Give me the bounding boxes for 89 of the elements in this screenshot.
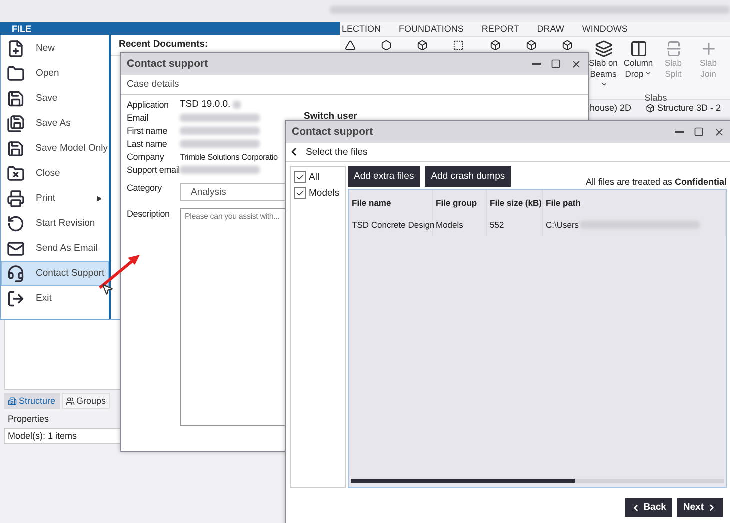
close-icon[interactable] [714,126,725,138]
field-label: Category [127,183,163,193]
maximize-icon[interactable] [694,127,704,137]
ribbon-tab[interactable]: FOUNDATIONS [399,24,482,34]
filter-checkbox[interactable]: All [294,171,342,183]
field-label: Company [127,152,166,162]
caret-icon [644,70,652,77]
menu-item[interactable]: Close [1,161,109,186]
menu-item[interactable]: Start Revision [1,211,109,236]
field-label: Description [127,209,171,219]
column-header: File path [543,190,726,214]
menu-item[interactable]: Save As [1,111,109,136]
field-value: Trimble Solutions Corporatio [180,152,278,162]
table-cell: C:\Users [543,214,726,236]
envelope-icon [7,240,25,258]
building-icon [8,396,17,406]
menu-item[interactable]: Contact Support [1,261,109,286]
view-tab[interactable]: house) 2D [590,103,632,113]
field-label: First name [127,126,169,136]
ribbon-tab[interactable]: WINDOWS [582,24,646,34]
back-button[interactable]: Back [624,498,672,517]
ribbon-tool-icon[interactable] [381,40,392,51]
field-label: Email [127,113,150,123]
maximize-icon[interactable] [551,59,561,69]
stacked-slab-icon [594,40,612,58]
next-button[interactable]: Next [677,498,723,517]
cube-icon [646,104,655,112]
printer-icon [7,190,25,208]
new-file-icon [7,40,25,58]
column-header: File group [433,190,487,214]
checkbox[interactable] [294,171,306,183]
field-label: Application [127,100,170,110]
checkbox[interactable] [294,187,306,199]
ribbon-tool-icon[interactable] [562,40,573,51]
ribbon-tool-icon[interactable] [417,40,428,51]
menu-item[interactable]: Save Model Only [1,136,109,161]
table-cell: TSD Concrete Design [349,214,433,236]
caret-icon [600,81,608,88]
cursor-icon [101,283,114,296]
section-title: Case details [121,75,588,95]
column-icon [630,40,648,58]
panel-tab[interactable]: Groups [62,393,110,409]
action-button[interactable]: Add crash dumps [425,166,512,187]
step-title: Select the files [306,146,368,158]
ribbon-tool-icon[interactable] [453,40,464,51]
ribbon-tab[interactable]: REPORT [482,24,538,34]
menu-item[interactable]: Exit [1,286,109,311]
ribbon-tab[interactable]: LECTION [342,24,400,34]
column-header: File name [349,190,433,214]
folder-x-icon [7,164,25,182]
menu-item[interactable]: Open [1,61,109,86]
panel-title: Properties [7,413,50,426]
submenu-arrow-icon [96,196,102,202]
close-icon[interactable] [571,58,582,70]
ribbon-button[interactable]: Column Drop [622,37,655,91]
field-value: TSD 19.0.0. [180,99,231,110]
ribbon-tool-icon[interactable] [526,40,537,51]
view-tab[interactable]: Structure 3D - 2 [646,103,722,113]
table-cell: Models [433,214,487,236]
switch-user-link[interactable]: Switch user [304,111,358,122]
field-label: Last name [127,139,168,149]
window-title: Contact support [127,58,208,70]
ribbon-tool-icon[interactable] [490,40,501,51]
chevron-right-icon [707,502,717,512]
scrollbar[interactable] [351,479,724,483]
menu-item[interactable]: Print [1,186,109,211]
ribbon-tool-icon[interactable] [345,40,356,51]
menu-item[interactable]: Send As Email [1,236,109,261]
confidential-notice: All files are treated as Confidential [586,177,727,187]
headset-icon [7,264,25,282]
ribbon-button[interactable]: Slab on Beams [587,37,620,91]
ribbon-tab[interactable]: DRAW [537,24,582,34]
table-cell: 552 [487,214,543,236]
window-title: Contact support [292,126,374,138]
redacted-value [232,100,241,108]
file-menu-header: FILE [0,22,340,35]
folder-icon [7,64,25,82]
menu-item[interactable]: Save [1,86,109,111]
group-label: Slabs [644,93,668,103]
panel-tab[interactable]: Structure [4,393,60,409]
menu-item[interactable]: New [1,36,109,61]
exit-door-icon [7,290,25,308]
people-icon [66,396,75,406]
field-label: Support email [127,165,180,175]
split-icon [664,40,682,58]
action-button[interactable]: Add extra files [348,166,420,187]
circular-arrow-icon [7,214,25,232]
floppy-disks-icon [7,114,25,132]
column-header: File size (kB) [487,190,543,214]
